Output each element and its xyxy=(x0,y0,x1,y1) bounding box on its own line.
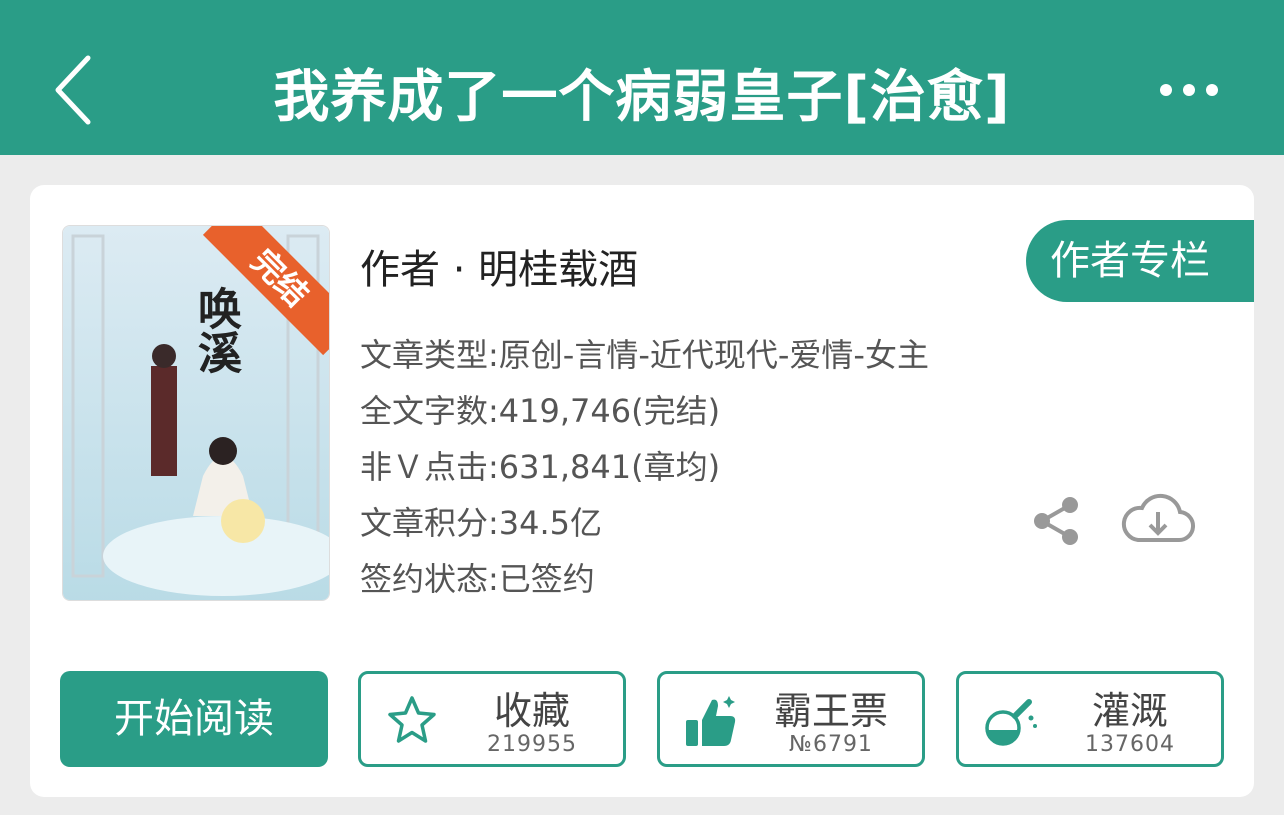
collect-button[interactable]: 收藏 219955 xyxy=(358,671,626,767)
back-button[interactable] xyxy=(40,50,110,130)
share-button[interactable] xyxy=(1030,493,1082,549)
water-count: 137604 xyxy=(1085,732,1175,757)
collect-count: 219955 xyxy=(487,732,577,757)
top-bar: 我养成了一个病弱皇子[治愈] xyxy=(0,0,1284,155)
cover-title: 唤溪 xyxy=(190,286,241,374)
collect-label: 收藏 xyxy=(493,689,570,733)
meta-sign-status: 签约状态:已签约 xyxy=(360,560,595,598)
author-column-button[interactable]: 作者专栏 xyxy=(1026,220,1254,302)
more-button[interactable] xyxy=(1154,70,1224,110)
author-name[interactable]: 作者 · 明桂载酒 xyxy=(360,237,638,295)
page-title: 我养成了一个病弱皇子[治愈] xyxy=(273,65,1011,130)
vote-rank: №6791 xyxy=(789,732,873,757)
book-cover[interactable]: 唤溪 完结 xyxy=(62,225,330,601)
chevron-left-icon xyxy=(55,55,91,125)
download-button[interactable] xyxy=(1120,490,1196,550)
vote-label: 霸王票 xyxy=(773,689,888,733)
meta-clicks: 非Ｖ点击:631,841(章均) xyxy=(360,448,721,486)
meta-genre: 文章类型:原创-言情-近代现代-爱情-女主 xyxy=(360,336,929,374)
start-reading-button[interactable]: 开始阅读 xyxy=(60,671,328,767)
book-info-card: 唤溪 完结 作者 · 明桂载酒 作者专栏 文章类型:原创-言情-近代现代-爱情-… xyxy=(30,185,1254,797)
flask-icon xyxy=(985,699,1037,746)
book-meta-list: 文章类型:原创-言情-近代现代-爱情-女主 全文字数:419,746(完结) 非… xyxy=(360,335,929,615)
meta-score: 文章积分:34.5亿 xyxy=(360,504,603,542)
water-button[interactable]: 灌溉 137604 xyxy=(956,671,1224,767)
thumbs-up-icon xyxy=(686,696,736,746)
water-label: 灌溉 xyxy=(1091,689,1168,733)
meta-word-count: 全文字数:419,746(完结) xyxy=(360,392,721,430)
more-dots-icon xyxy=(1160,84,1218,96)
vote-button[interactable]: 霸王票 №6791 xyxy=(657,671,925,767)
star-icon xyxy=(388,696,436,743)
cloud-download-icon xyxy=(1121,493,1196,543)
share-icon xyxy=(1034,497,1078,545)
